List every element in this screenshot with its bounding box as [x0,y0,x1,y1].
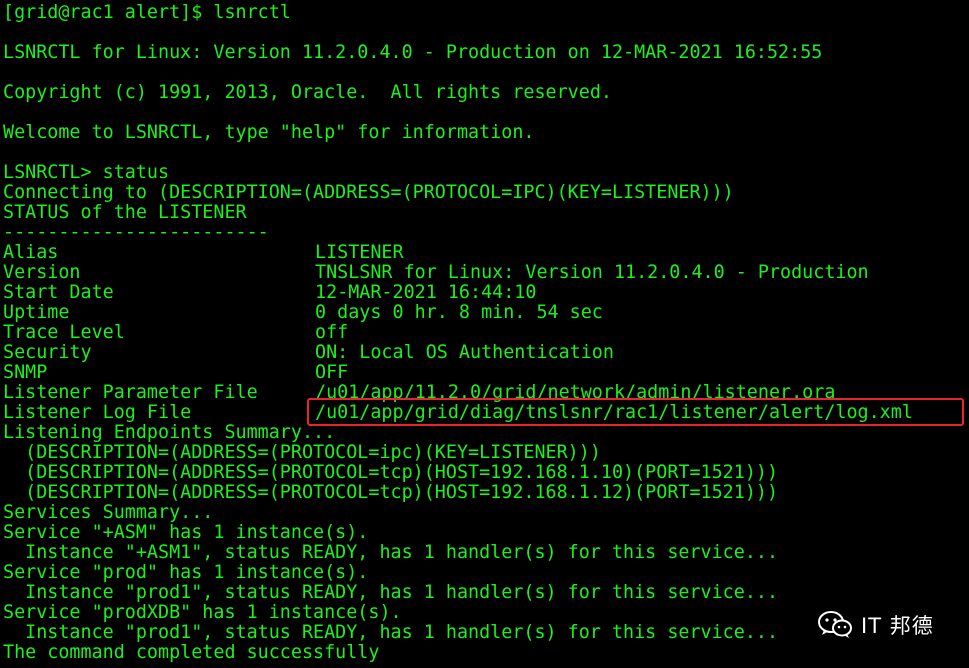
status-key: SNMP [3,362,48,383]
log-file-highlight-box [307,398,964,426]
shell-prompt-line: [grid@rac1 alert]$ lsnrctl [3,2,291,23]
service-line: Service "+ASM" has 1 instance(s). [3,522,369,543]
endpoints-header: Listening Endpoints Summary... [3,422,336,443]
status-header: STATUS of the LISTENER [3,202,247,223]
status-row-version: Version TNSLSNR for Linux: Version 11.2.0… [3,263,869,283]
wechat-icon [818,611,852,638]
watermark-text: IT 邦德 [861,614,934,638]
copyright-line: Copyright (c) 1991, 2013, Oracle. All ri… [3,82,612,103]
terminal-window[interactable]: [grid@rac1 alert]$ lsnrctl LSNRCTL for L… [0,0,969,668]
status-value: 12-MAR-2021 16:44:10 [315,282,537,303]
watermark: IT 邦德 [817,607,934,643]
status-row-snmp: SNMP OFF [3,363,348,383]
status-key: Version [3,262,81,283]
instance-line: Instance "prod1", status READY, has 1 ha… [3,622,779,643]
status-value: TNSLSNR for Linux: Version 11.2.0.4.0 - … [315,262,869,283]
status-key: Alias [3,242,59,263]
instance-line: Instance "+ASM1", status READY, has 1 ha… [3,542,779,563]
status-key: Security [3,342,92,363]
status-row-alias: Alias LISTENER [3,243,404,263]
status-key: Trace Level [3,322,125,343]
status-row-trace-level: Trace Level off [3,323,348,343]
status-key: Listener Parameter File [3,382,258,403]
status-value: OFF [315,362,349,383]
welcome-line: Welcome to LSNRCTL, type "help" for info… [3,122,535,143]
status-value: LISTENER [315,242,404,263]
services-header: Services Summary... [3,502,214,523]
status-value: off [315,322,349,343]
status-command-line: LSNRCTL> status [3,162,170,183]
endpoint-line: (DESCRIPTION=(ADDRESS=(PROTOCOL=ipc)(KEY… [3,442,601,463]
status-row-start-date: Start Date 12-MAR-2021 16:44:10 [3,283,536,303]
lsnrctl-version-line: LSNRCTL for Linux: Version 11.2.0.4.0 - … [3,42,823,63]
status-row-security: Security ON: Local OS Authentication [3,343,614,363]
endpoint-line: (DESCRIPTION=(ADDRESS=(PROTOCOL=tcp)(HOS… [3,462,779,483]
instance-line: Instance "prod1", status READY, has 1 ha… [3,582,779,603]
status-key: Start Date [3,282,114,303]
endpoint-line: (DESCRIPTION=(ADDRESS=(PROTOCOL=tcp)(HOS… [3,482,779,503]
status-value: ON: Local OS Authentication [315,342,614,363]
command-completed-line: The command completed successfully [3,642,380,663]
status-row-uptime: Uptime 0 days 0 hr. 8 min. 54 sec [3,303,603,323]
status-key: Uptime [3,302,70,323]
connecting-line: Connecting to (DESCRIPTION=(ADDRESS=(PRO… [3,182,734,203]
separator-line: ------------------------ [3,222,269,243]
status-key: Listener Log File [3,402,192,423]
status-value: 0 days 0 hr. 8 min. 54 sec [315,302,603,323]
service-line: Service "prodXDB" has 1 instance(s). [3,602,402,623]
service-line: Service "prod" has 1 instance(s). [3,562,369,583]
